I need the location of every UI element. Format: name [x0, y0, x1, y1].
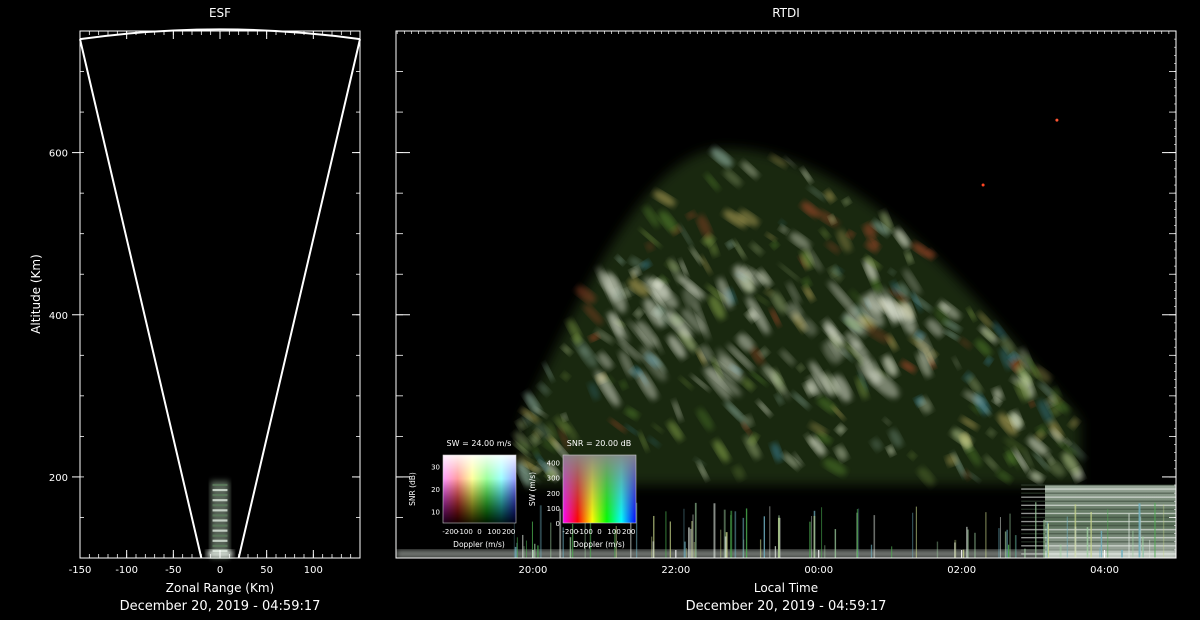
rtdi-x-tick-label: 02:00 [947, 565, 976, 576]
legend-y-tick-label: 300 [547, 475, 560, 483]
legend-x-tick-label: -100 [577, 528, 593, 536]
esf-footer: December 20, 2019 - 04:59:17 [120, 599, 321, 614]
legend-sw-caption: SNR = 20.00 dB [567, 439, 631, 448]
rtdi-x-tick-label: 04:00 [1090, 565, 1119, 576]
legend-x-tick-label: -200 [562, 528, 578, 536]
esf-y-tick-label: 600 [49, 149, 68, 160]
legend-y-tick-label: 200 [547, 490, 560, 498]
esf-title: ESF [209, 6, 231, 20]
esf-x-tick-label: -150 [69, 565, 92, 576]
esf-panel: ESF -150 -100 -50 0 50 100 200 400 600 Zonal Ran… [29, 6, 361, 614]
esf-ylabel: Altitude (Km) [29, 254, 43, 334]
esf-x-tick-label: -100 [115, 565, 138, 576]
rtdi-footer: December 20, 2019 - 04:59:17 [686, 599, 887, 614]
rtdi-ground-clutter [396, 549, 1176, 558]
esf-x-tick-label: 0 [217, 565, 223, 576]
esf-x-tick-label: 100 [304, 565, 323, 576]
legend-snr-xlabel: Doppler (m/s) [453, 540, 505, 549]
legend-y-tick-label: 100 [547, 505, 560, 513]
rtdi-x-tick-label: 20:00 [519, 565, 548, 576]
esf-x-tick-label: -50 [165, 565, 181, 576]
legend-snr-caption: SW = 24.00 m/s [447, 439, 512, 448]
esf-sector-right-edge [237, 38, 361, 559]
legend-sw-gray [563, 455, 636, 523]
legend-x-tick-label: 100 [607, 528, 620, 536]
esf-sector-left-edge [79, 38, 203, 559]
legend-snr-dark [443, 455, 516, 523]
rtdi-x-tick-label: 00:00 [804, 565, 833, 576]
rtdi-title: RTDI [772, 6, 800, 20]
esf-axes: -150 -100 -50 0 50 100 200 400 600 [49, 30, 361, 576]
rtdi-isolated-echo [981, 183, 985, 187]
esf-y-tick-label: 200 [49, 473, 68, 484]
legend-y-tick-label: 400 [547, 460, 560, 468]
rtdi-isolated-echo [1055, 118, 1059, 122]
esf-plot-frame [79, 30, 361, 559]
color-legend-snr: SW = 24.00 m/s -200-100 0 100 200 10 20 30 Dop… [408, 439, 517, 549]
legend-x-tick-label: 100 [487, 528, 500, 536]
legend-snr-ylabel: SNR (dB) [408, 472, 417, 506]
legend-y-tick-label: 20 [431, 486, 440, 494]
esf-y-tick-label: 400 [49, 311, 68, 322]
esf-x-tick-label: 50 [260, 565, 273, 576]
legend-y-tick-label: 0 [556, 520, 560, 528]
rtdi-panel: RTDI 20:00 22:00 00:00 02:00 04:00 Local Tim… [395, 6, 1177, 614]
legend-x-tick-label: 0 [597, 528, 601, 536]
legend-x-tick-label: -200 [442, 528, 458, 536]
esf-marks [79, 28, 361, 559]
legend-y-tick-label: 30 [431, 463, 440, 471]
rtdi-x-tick-label: 22:00 [661, 565, 690, 576]
esf-xlabel: Zonal Range (Km) [166, 581, 274, 595]
legend-x-tick-label: -100 [457, 528, 473, 536]
legend-x-tick-label: 200 [622, 528, 635, 536]
legend-sw-ylabel: SW (m/s) [528, 472, 537, 506]
rtdi-xlabel: Local Time [754, 581, 818, 595]
legend-sw-xlabel: Doppler (m/s) [573, 540, 625, 549]
legend-x-tick-label: 0 [477, 528, 481, 536]
esf-rtdi-figure: ESF -150 -100 -50 0 50 100200400600 Zonal Ran… [29, 6, 1177, 614]
legend-x-tick-label: 200 [502, 528, 515, 536]
legend-y-tick-label: 10 [431, 509, 440, 517]
